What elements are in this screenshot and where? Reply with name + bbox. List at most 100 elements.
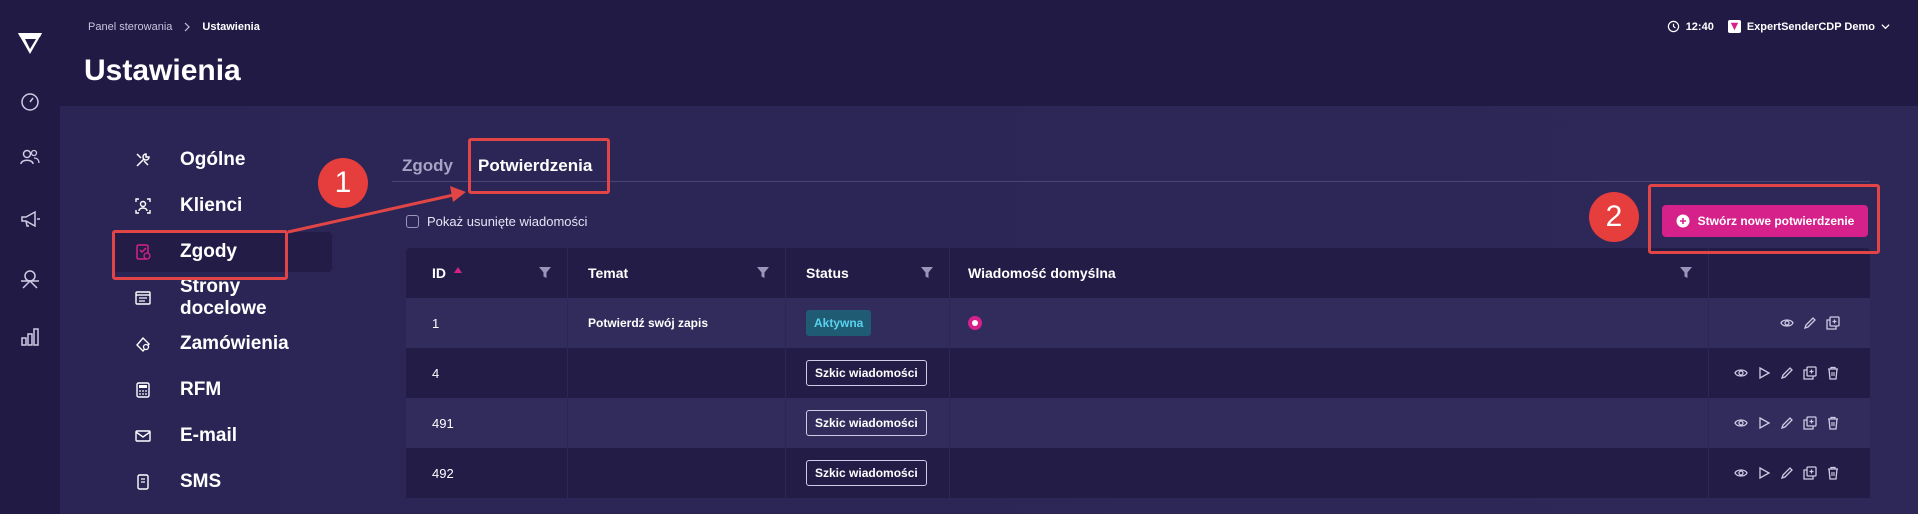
left-nav-rail [0,0,60,514]
column-header-subject[interactable]: Temat [568,248,786,298]
trash-icon[interactable] [1826,416,1840,430]
annotation-number-1: 1 [318,158,368,208]
table-header: ID Temat Status Wiadomość domyślna [406,248,1870,298]
annotation-box-consents [112,230,288,280]
top-right-info: 12:40 ExpertSenderCDP Demo [1667,20,1890,33]
column-header-default-message[interactable]: Wiadomość domyślna [950,248,1709,298]
filter-icon[interactable] [757,267,769,279]
mail-icon [134,427,152,445]
menu-item-label: E-mail [180,425,238,446]
clock-icon [1667,20,1679,33]
analytics-chart-icon[interactable] [19,326,41,348]
table-row[interactable]: 492 Szkic wiadomości [406,448,1870,498]
app-logo-icon[interactable] [16,30,44,56]
cell-status: Szkic wiadomości [786,348,950,398]
cell-status: Aktywna [786,298,950,348]
sort-asc-icon[interactable] [454,267,462,273]
eye-icon[interactable] [1734,416,1748,430]
menu-item-rfm[interactable]: RFM [112,370,332,410]
menu-item-label: Zamówienia [180,333,289,354]
trash-icon[interactable] [1826,366,1840,380]
play-icon[interactable] [1757,416,1771,430]
tab-bar: Zgody Potwierdzenia [392,144,1870,182]
play-icon[interactable] [1757,366,1771,380]
automation-icon[interactable] [19,268,41,290]
menu-item-label: SMS [180,471,222,492]
cell-id: 1 [406,298,568,348]
annotation-box-create-button [1648,184,1880,254]
column-header-status[interactable]: Status [786,248,950,298]
dashboard-gauge-icon[interactable] [19,90,41,112]
menu-item-label: RFM [180,379,222,400]
tools-icon [134,151,152,169]
tab-consents[interactable]: Zgody [402,156,453,176]
cell-subject [568,398,786,448]
duplicate-icon[interactable] [1803,466,1817,480]
customers-icon[interactable] [19,146,41,168]
column-header-label: ID [432,265,446,281]
cell-default-message [950,398,1709,448]
edit-pencil-icon[interactable] [1803,316,1817,330]
cell-default-message [950,448,1709,498]
clock-time: 12:40 [1685,20,1714,33]
chevron-right-icon [184,22,191,32]
table-row[interactable]: 491 Szkic wiadomości [406,398,1870,448]
status-badge: Aktywna [806,310,872,336]
cell-default-message [950,348,1709,398]
column-header-label: Wiadomość domyślna [968,265,1116,281]
default-radio-selected[interactable] [968,316,982,330]
filter-icon[interactable] [1680,267,1692,279]
customer-icon [134,197,152,215]
menu-item-sms[interactable]: SMS [112,462,332,502]
table-row[interactable]: 4 Szkic wiadomości [406,348,1870,398]
duplicate-icon[interactable] [1803,416,1817,430]
play-icon[interactable] [1757,466,1771,480]
breadcrumb-parent[interactable]: Panel sterowania [88,21,172,33]
cell-status: Szkic wiadomości [786,448,950,498]
cell-subject: Potwierdź swój zapis [568,298,786,348]
edit-pencil-icon[interactable] [1780,416,1794,430]
menu-item-label: Strony docelowe [180,276,267,319]
megaphone-icon[interactable] [19,208,41,230]
cell-actions [1709,348,1870,398]
menu-item-email[interactable]: E-mail [112,416,332,456]
table-row[interactable]: 1 Potwierdź swój zapis Aktywna [406,298,1870,348]
edit-pencil-icon[interactable] [1780,366,1794,380]
breadcrumb-current: Ustawienia [202,21,260,33]
page-title: Ustawienia [84,54,241,87]
menu-item-landing-pages[interactable]: Strony docelowe [112,276,332,319]
status-badge: Szkic wiadomości [806,460,927,486]
menu-item-label: Klienci [180,195,243,216]
filter-icon[interactable] [921,267,933,279]
account-logo-icon [1727,20,1741,33]
trash-icon[interactable] [1826,466,1840,480]
status-badge: Szkic wiadomości [806,410,927,436]
account-switcher[interactable]: ExpertSenderCDP Demo [1727,20,1890,33]
column-header-label: Temat [588,265,629,281]
cell-default-message [950,298,1709,348]
menu-item-orders[interactable]: Zamówienia [112,324,332,364]
chevron-down-icon [1881,24,1890,30]
duplicate-icon[interactable] [1826,316,1840,330]
column-header-actions [1709,248,1870,298]
orders-icon [134,335,152,353]
cell-id: 492 [406,448,568,498]
clock: 12:40 [1667,20,1714,33]
column-header-id[interactable]: ID [406,248,568,298]
filter-icon[interactable] [539,267,551,279]
calculator-icon [134,381,152,399]
eye-icon[interactable] [1780,316,1794,330]
account-name: ExpertSenderCDP Demo [1746,20,1875,33]
eye-icon[interactable] [1734,366,1748,380]
menu-item-general[interactable]: Ogólne [112,140,332,180]
cell-id: 491 [406,398,568,448]
annotation-arrow-icon [287,186,466,234]
edit-pencil-icon[interactable] [1780,466,1794,480]
sms-icon [134,473,152,491]
confirmations-table: ID Temat Status Wiadomość domyślna 1 Pot… [406,248,1870,498]
eye-icon[interactable] [1734,466,1748,480]
cell-actions [1709,298,1870,348]
duplicate-icon[interactable] [1803,366,1817,380]
cell-id: 4 [406,348,568,398]
cell-actions [1709,398,1870,448]
